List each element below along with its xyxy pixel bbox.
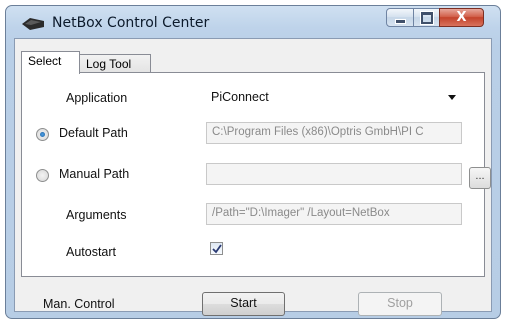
tab-select[interactable]: Select	[21, 51, 80, 74]
netbox-app-icon	[22, 18, 44, 30]
autostart-checkbox[interactable]	[210, 242, 223, 255]
minimize-icon	[394, 18, 406, 24]
arguments-label: Arguments	[66, 208, 127, 222]
autostart-label: Autostart	[66, 245, 117, 259]
close-icon: X	[456, 10, 467, 25]
stop-button[interactable]: Stop	[358, 292, 442, 316]
tab-log-tool[interactable]: Log Tool	[79, 54, 151, 73]
netbox-window: NetBox Control Center X Select Log Tool …	[5, 5, 501, 319]
close-button[interactable]: X	[439, 8, 484, 27]
manual-path-field[interactable]	[206, 163, 462, 185]
arguments-field[interactable]: /Path="D:\Imager" /Layout=NetBox	[206, 203, 462, 225]
minimize-button[interactable]	[386, 8, 414, 27]
application-label: Application	[66, 91, 128, 105]
client-area: Select Log Tool Application PiConnect De…	[14, 38, 492, 316]
manual-path-radio[interactable]	[36, 169, 49, 182]
select-tab-panel: Application PiConnect Default Path C:\Pr…	[21, 72, 491, 277]
start-button[interactable]: Start	[202, 292, 285, 316]
maximize-icon	[420, 11, 433, 24]
man-control-label: Man. Control	[43, 297, 115, 311]
chevron-down-icon	[448, 95, 456, 100]
window-title: NetBox Control Center	[52, 15, 210, 31]
application-value: PiConnect	[211, 90, 269, 104]
checkmark-icon	[212, 244, 222, 254]
application-dropdown[interactable]: PiConnect	[206, 86, 462, 108]
manual-path-label: Manual Path	[59, 167, 130, 181]
maximize-button[interactable]	[413, 8, 440, 27]
default-path-field[interactable]: C:\Program Files (x86)\Optris GmbH\PI C	[206, 122, 462, 144]
default-path-radio[interactable]	[36, 128, 49, 141]
title-bar[interactable]: NetBox Control Center X	[6, 6, 500, 38]
browse-button[interactable]: ...	[469, 167, 491, 189]
default-path-label: Default Path	[59, 126, 128, 140]
